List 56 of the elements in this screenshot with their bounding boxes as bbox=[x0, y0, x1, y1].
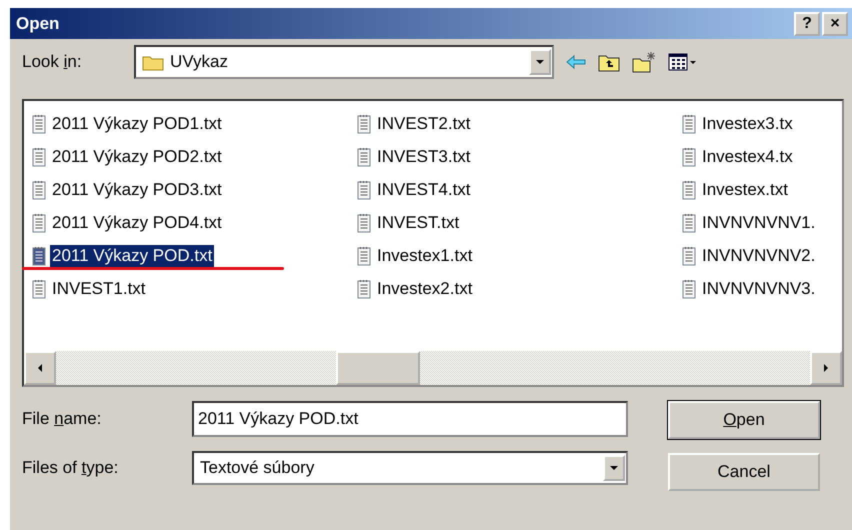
file-item[interactable]: INVEST4.txt bbox=[357, 173, 682, 206]
text-file-icon bbox=[32, 146, 46, 166]
horizontal-scrollbar[interactable] bbox=[24, 351, 842, 385]
look-in-dropdown[interactable]: UVykaz bbox=[134, 45, 554, 79]
file-item[interactable]: INVNVNVNV3. bbox=[682, 272, 842, 305]
text-file-icon bbox=[682, 114, 696, 134]
file-item[interactable]: 2011 Výkazy POD3.txt bbox=[32, 173, 357, 206]
file-item[interactable]: Investex1.txt bbox=[357, 239, 682, 272]
file-name-label: File name: bbox=[22, 409, 102, 429]
close-button[interactable]: × bbox=[822, 12, 848, 36]
text-file-icon bbox=[32, 212, 46, 232]
open-button[interactable]: Open bbox=[668, 401, 820, 439]
view-menu-icon[interactable] bbox=[668, 52, 698, 72]
file-item[interactable]: Investex4.tx bbox=[682, 140, 842, 173]
back-arrow-icon[interactable] bbox=[566, 54, 586, 70]
file-item[interactable]: INVNVNVNV1. bbox=[682, 206, 842, 239]
look-in-label: Look in: bbox=[22, 52, 83, 72]
window-title: Open bbox=[16, 14, 60, 34]
file-item[interactable]: Investex.txt bbox=[682, 173, 842, 206]
text-file-icon bbox=[682, 246, 696, 266]
file-type-dropdown[interactable]: Textové súbory bbox=[192, 451, 628, 485]
file-type-label: Files of type: bbox=[22, 458, 120, 478]
file-item[interactable]: INVNVNVNV2. bbox=[682, 239, 842, 272]
dropdown-arrow-icon bbox=[536, 58, 544, 66]
text-file-icon bbox=[682, 146, 696, 166]
new-folder-icon[interactable] bbox=[632, 51, 656, 73]
file-item[interactable]: Investex2.txt bbox=[357, 272, 682, 305]
text-file-icon bbox=[32, 278, 46, 298]
cancel-button[interactable]: Cancel bbox=[668, 453, 820, 491]
left-arrow-icon bbox=[36, 364, 44, 372]
file-name-field[interactable]: 2011 Výkazy POD.txt bbox=[192, 401, 628, 437]
text-file-icon bbox=[357, 180, 371, 200]
text-file-icon bbox=[357, 114, 371, 134]
right-arrow-icon bbox=[822, 364, 830, 372]
file-item[interactable]: 2011 Výkazy POD4.txt bbox=[32, 206, 357, 239]
file-item[interactable]: INVEST3.txt bbox=[357, 140, 682, 173]
file-item[interactable]: 2011 Výkazy POD2.txt bbox=[32, 140, 357, 173]
text-file-icon bbox=[32, 246, 46, 266]
text-file-icon bbox=[357, 146, 371, 166]
text-file-icon bbox=[682, 180, 696, 200]
text-file-icon bbox=[357, 246, 371, 266]
file-item[interactable]: Investex3.tx bbox=[682, 107, 842, 140]
file-item[interactable]: INVEST2.txt bbox=[357, 107, 682, 140]
text-file-icon bbox=[32, 114, 46, 134]
file-item[interactable]: INVEST.txt bbox=[357, 206, 682, 239]
text-file-icon bbox=[682, 212, 696, 232]
text-file-icon bbox=[357, 278, 371, 298]
file-item[interactable]: 2011 Výkazy POD.txt bbox=[32, 239, 357, 272]
file-item[interactable]: 2011 Výkazy POD1.txt bbox=[32, 107, 357, 140]
text-file-icon bbox=[32, 180, 46, 200]
file-item[interactable]: INVEST1.txt bbox=[32, 272, 357, 305]
text-file-icon bbox=[682, 278, 696, 298]
text-file-icon bbox=[357, 212, 371, 232]
dropdown-arrow-icon bbox=[610, 464, 618, 472]
help-button[interactable]: ? bbox=[794, 12, 820, 36]
scrollbar-thumb[interactable] bbox=[336, 351, 420, 385]
